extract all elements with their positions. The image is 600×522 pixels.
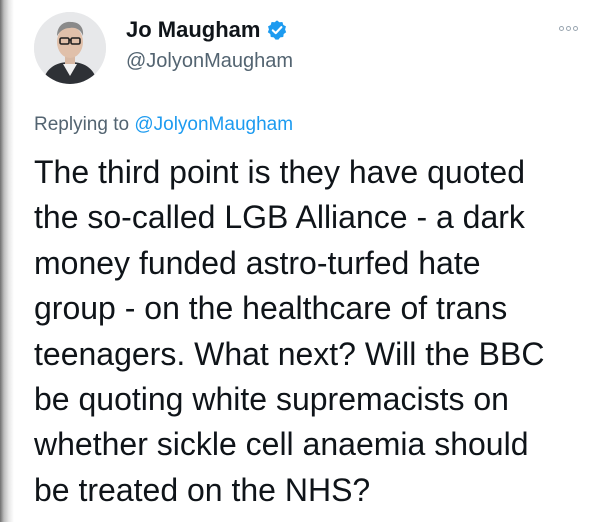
tweet-text-line: the so-called LGB Alliance - a dark [34, 199, 525, 236]
more-options-button[interactable] [555, 24, 582, 33]
tweet-text-line: be treated on the NHS? [34, 471, 371, 508]
tweet-text-line: teenagers. What next? Will the BBC [34, 335, 545, 372]
more-options-icon-dot-2 [566, 26, 571, 31]
tweet-text-line: group - on the healthcare of trans [34, 290, 508, 327]
more-options-icon [559, 26, 564, 31]
author-name-line: Jo Maugham [126, 18, 288, 42]
tweet-text-line: be quoting white supremacists on [34, 381, 509, 418]
author-display-name[interactable]: Jo Maugham [126, 18, 260, 42]
tweet-text-line: whether sickle cell anaemia should [34, 426, 529, 463]
replying-to-handle-link[interactable]: @JolyonMaugham [134, 114, 293, 135]
tweet-text: The third point is they have quoted the … [34, 150, 594, 513]
verified-badge-icon [266, 19, 288, 41]
author-handle[interactable]: @JolyonMaugham [126, 50, 293, 72]
more-options-icon-dot-3 [573, 26, 578, 31]
replying-to-line: Replying to @JolyonMaugham [34, 114, 293, 136]
profile-photo-icon [34, 12, 106, 84]
tweet-text-line: money funded astro-turfed hate [34, 244, 481, 281]
replying-to-prefix: Replying to [34, 114, 130, 135]
tweet-card: Jo Maugham @JolyonMaugham Replying to @J… [0, 0, 600, 522]
avatar[interactable] [34, 12, 106, 84]
tweet-text-line: The third point is they have quoted [34, 154, 525, 190]
